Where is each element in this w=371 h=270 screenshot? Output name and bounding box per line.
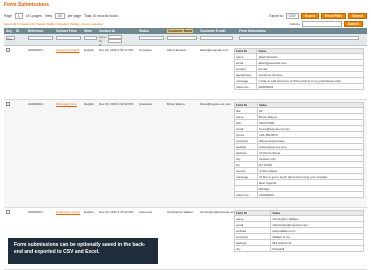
customer-email-cell: albert@example.com xyxy=(200,48,229,52)
form-submission-filter-input[interactable] xyxy=(239,36,359,40)
col-store[interactable]: Store xyxy=(84,29,92,33)
any-filter-select[interactable]: Any xyxy=(6,36,15,41)
reset-filter-button[interactable]: Reset Filter xyxy=(320,13,347,19)
actions-label: Actions xyxy=(290,22,300,26)
mass-select-links[interactable]: Select All | Unselect All | Select Visib… xyxy=(4,22,103,26)
contact-at-cell: Dec 20, 2015 4:25:12 PM xyxy=(99,210,134,214)
field-key: reference xyxy=(233,191,259,198)
pager-bar: Page 1 of 1 pages View 20 per page Total… xyxy=(4,12,367,20)
field-key: city xyxy=(233,245,272,252)
field-value: 220000001 xyxy=(256,83,364,90)
export-format-select[interactable]: CSV xyxy=(285,13,299,19)
submission-fields-table: Field ID Value name Christopher Walken ema… xyxy=(233,210,364,252)
row-checkbox[interactable] xyxy=(6,210,10,214)
search-button[interactable]: Search xyxy=(348,13,367,19)
table-row[interactable]: 210000001 Multi-step Form English Dec 20… xyxy=(4,100,367,208)
field-value: 210000001 xyxy=(257,191,364,198)
col-customer-email[interactable]: Customer E-mail xyxy=(200,29,225,33)
status-cell: Answered xyxy=(139,102,153,106)
export-to-label: Export to: xyxy=(269,14,284,18)
col-contact-form[interactable]: Contact Form xyxy=(56,29,77,33)
date-from-input[interactable] xyxy=(108,35,122,39)
of-pages: of 1 pages xyxy=(25,14,42,18)
store-cell: English xyxy=(84,210,94,214)
reference-filter-input[interactable] xyxy=(28,36,53,40)
store-cell: English xyxy=(84,48,94,52)
submission-fields-table: Field ID Value name Albert Einstein email a… xyxy=(233,48,364,90)
contact-form-link[interactable]: Dealership Inquiry xyxy=(56,210,82,214)
customer-name-cell: Albert Einstein xyxy=(167,48,187,52)
reference-cell: 220000001 xyxy=(28,48,44,52)
status-cell: Complete xyxy=(139,48,152,52)
submit-button[interactable]: Submit xyxy=(343,21,363,27)
contact-form-filter-select[interactable] xyxy=(56,36,81,40)
mass-action: Actions Submit xyxy=(290,21,363,27)
row-checkbox[interactable] xyxy=(6,48,10,52)
contact-form-link[interactable]: Multi-step Form xyxy=(56,102,82,106)
store-filter-select[interactable] xyxy=(84,36,97,40)
col-id[interactable]: ID xyxy=(16,29,19,33)
status-filter-select[interactable] xyxy=(139,36,164,40)
customer-email-cell: bruce@wayne-ent.com xyxy=(200,102,231,106)
per-page-suffix: per page xyxy=(67,14,82,18)
table-row[interactable]: 220000001 General Contacts English Dec 2… xyxy=(4,46,367,100)
submissions-grid: 220000001 General Contacts English Dec 2… xyxy=(4,46,367,270)
feature-callout: Form submissions can be optionally saved… xyxy=(8,238,158,264)
reference-cell: 200000001 xyxy=(28,210,44,214)
reference-cell: 210000001 xyxy=(28,102,44,106)
row-checkbox[interactable] xyxy=(6,102,10,106)
page-input[interactable]: 1 xyxy=(14,13,23,19)
col-contact-at[interactable]: Contact At xyxy=(99,29,115,33)
store-cell: English xyxy=(84,102,94,106)
view-label: View xyxy=(44,14,52,18)
submission-fields-table: Field ID Value title Mr name Bruce Wayne do… xyxy=(233,102,364,198)
customer-email-cell: christopher@example.com xyxy=(200,210,236,214)
customer-name-filter-input[interactable] xyxy=(167,36,197,40)
col-customer-name[interactable]: Customer Name xyxy=(167,29,194,33)
col-reference[interactable]: Reference xyxy=(28,29,43,33)
col-status[interactable]: Status xyxy=(139,29,149,33)
contact-at-cell: Dec 20, 2015 4:50:17 PM xyxy=(99,48,134,52)
customer-email-filter-input[interactable] xyxy=(200,36,233,40)
per-page-select[interactable]: 20 xyxy=(54,13,65,19)
export-controls: Export to: CSV Export Reset Filter Searc… xyxy=(269,13,367,19)
field-value: Peekskill xyxy=(270,245,364,252)
field-key: reference xyxy=(233,83,258,90)
actions-select[interactable] xyxy=(301,21,342,27)
date-to-input[interactable] xyxy=(108,39,122,43)
customer-name-cell: Bruce Wayne xyxy=(167,102,185,106)
page-label: Page xyxy=(4,14,12,18)
filter-row: Any From: To: In xyxy=(4,34,367,47)
col-form-submission[interactable]: Form Submission xyxy=(239,29,266,33)
total-records: Total 10 records found xyxy=(84,14,118,18)
export-button[interactable]: Export xyxy=(300,13,319,19)
customer-name-cell: Christopher Walken xyxy=(167,210,194,214)
col-any[interactable]: Any xyxy=(6,29,12,33)
contact-at-cell: Dec 20, 2015 4:39:32 PM xyxy=(99,102,134,106)
status-cell: Approved xyxy=(139,210,152,214)
page-title: Form Submissions xyxy=(4,2,50,8)
contact-form-link[interactable]: General Contacts xyxy=(56,48,82,52)
